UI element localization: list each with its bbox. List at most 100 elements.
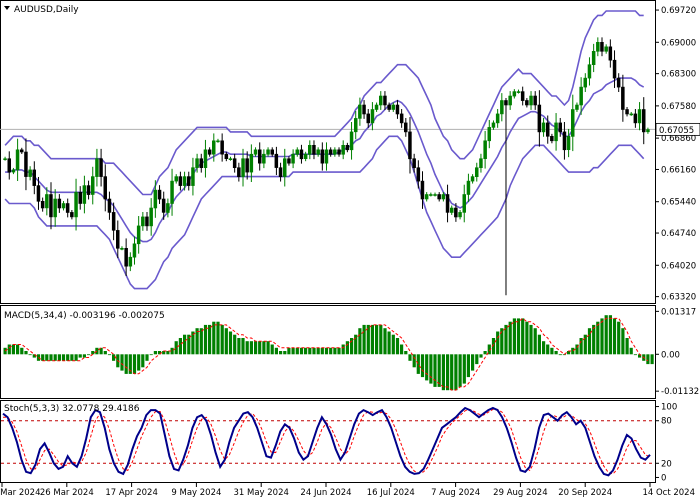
macd-histogram-bar xyxy=(329,347,333,355)
candle-body xyxy=(36,185,41,202)
macd-histogram-bar xyxy=(245,341,249,355)
macd-histogram-bar xyxy=(496,331,500,355)
macd-histogram-bar xyxy=(212,321,216,355)
macd-histogram-bar xyxy=(249,341,253,355)
macd-histogram-bar xyxy=(82,354,86,358)
candle-body xyxy=(203,149,208,169)
macd-histogram-bar xyxy=(124,354,128,374)
macd-histogram-bar xyxy=(316,347,320,355)
candle-body xyxy=(529,95,533,106)
candle-body xyxy=(345,145,350,151)
candle-body xyxy=(11,169,16,173)
candle-body xyxy=(604,46,608,52)
macd-histogram-bar xyxy=(600,318,604,355)
candle-body xyxy=(195,158,199,168)
candle-body xyxy=(282,158,287,177)
candle-body xyxy=(141,216,145,227)
candle-body xyxy=(558,122,562,133)
candle-body xyxy=(278,167,283,177)
macd-histogram-bar xyxy=(66,354,70,361)
macd-histogram-bar xyxy=(420,354,425,378)
macd-histogram-bar xyxy=(107,354,112,356)
macd-histogram-bar xyxy=(458,354,462,387)
macd-histogram-bar xyxy=(571,347,575,355)
macd-histogram-bar xyxy=(462,354,466,384)
macd-histogram-bar xyxy=(304,347,308,355)
macd-histogram-bar xyxy=(208,324,212,355)
macd-histogram-bar xyxy=(558,354,562,356)
stoch-tick-label: 100 xyxy=(661,403,677,413)
candle-body xyxy=(454,207,458,218)
stoch-tick-label: 80 xyxy=(661,417,672,427)
candle-body xyxy=(462,194,466,213)
macd-histogram-bar xyxy=(516,318,521,355)
date-tick-label: 26 Mar 2024 xyxy=(40,488,94,498)
candle-body xyxy=(24,151,28,177)
macd-histogram-bar xyxy=(295,347,299,355)
macd-histogram-bar xyxy=(178,338,182,355)
macd-histogram-bar xyxy=(183,334,187,355)
macd-histogram-bar xyxy=(608,315,612,355)
macd-histogram-bar xyxy=(95,347,99,355)
candle-body xyxy=(245,158,249,173)
macd-histogram-bar xyxy=(533,328,537,355)
date-tick-label: 7 Aug 2024 xyxy=(431,488,480,498)
candle-body xyxy=(437,194,441,200)
candle-body xyxy=(570,109,575,137)
candle-body xyxy=(554,122,558,142)
macd-histogram-bar xyxy=(320,347,324,355)
macd-histogram-bar xyxy=(283,351,287,355)
candle-body xyxy=(57,198,62,209)
macd-histogram-bar xyxy=(546,344,550,355)
price-tick-label: 0.69000 xyxy=(661,38,696,48)
price-axis: 0.697200.690000.683000.675800.668600.661… xyxy=(655,6,700,303)
candle-body xyxy=(7,158,12,173)
macd-histogram-bar xyxy=(350,338,354,355)
macd-histogram-bar xyxy=(550,347,554,355)
price-tick-label: 0.66160 xyxy=(661,165,696,175)
candle-body xyxy=(545,122,550,137)
macd-histogram-bar xyxy=(220,324,224,355)
macd-histogram-bar xyxy=(525,321,529,355)
price-tick-label: 0.63320 xyxy=(661,293,696,303)
macd-histogram-bar xyxy=(345,341,349,355)
macd-tick-label: 0.01317 xyxy=(661,307,696,317)
macd-histogram-bar xyxy=(41,354,45,361)
candle-body xyxy=(504,100,508,106)
macd-histogram-bar xyxy=(199,328,203,355)
candle-body xyxy=(516,91,521,93)
macd-histogram-bar xyxy=(120,354,124,371)
candle-body xyxy=(228,158,233,160)
macd-histogram-bar xyxy=(629,347,633,355)
candle-body xyxy=(366,113,370,124)
macd-histogram-bar xyxy=(312,347,316,355)
macd-histogram-bar xyxy=(287,347,291,355)
candle-body xyxy=(70,212,74,218)
candle-body xyxy=(19,149,24,153)
candle-body xyxy=(212,140,216,155)
macd-histogram-bar xyxy=(604,315,608,355)
candle-body xyxy=(600,41,604,52)
candle-body xyxy=(15,149,20,171)
candle-body xyxy=(349,131,354,151)
macd-histogram-bar xyxy=(537,334,541,355)
macd-histogram-bar xyxy=(416,354,420,374)
candle-body xyxy=(124,248,128,267)
candle-body xyxy=(136,225,141,245)
macd-histogram-bar xyxy=(429,354,433,384)
macd-histogram-bar xyxy=(633,354,637,356)
candle-body xyxy=(466,180,471,195)
candle-body xyxy=(333,149,337,155)
candle-body xyxy=(303,153,308,159)
candle-body xyxy=(575,104,579,110)
candle-body xyxy=(391,104,395,110)
macd-histogram-bar xyxy=(400,344,404,355)
candle-body xyxy=(383,95,387,106)
candle-body xyxy=(458,212,462,218)
candle-body xyxy=(220,140,224,155)
macd-histogram-bar xyxy=(337,347,341,355)
macd-histogram-bar xyxy=(78,354,82,358)
macd-histogram-bar xyxy=(646,354,650,365)
macd-histogram-bar xyxy=(358,328,362,355)
candle-body xyxy=(625,109,629,115)
